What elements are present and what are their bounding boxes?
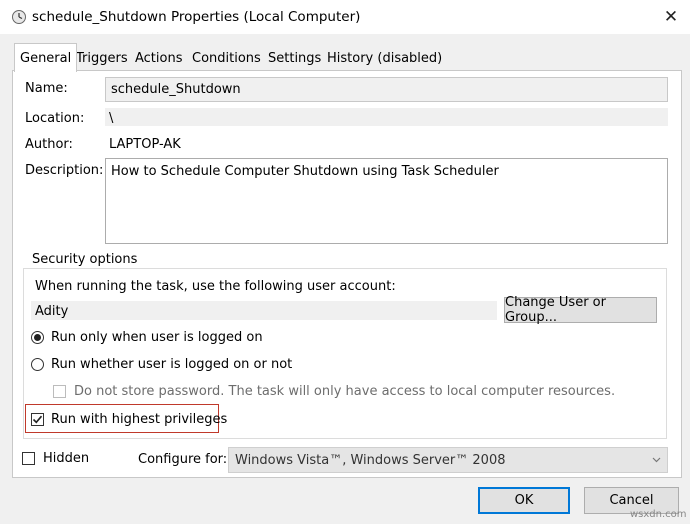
author-label: Author: [25, 137, 73, 152]
user-account-field: Adity [31, 301, 497, 320]
tab-general[interactable]: General [14, 43, 78, 72]
run-highest-privileges-checkbox[interactable]: Run with highest privileges [31, 412, 227, 427]
name-field[interactable]: schedule_Shutdown [105, 77, 668, 102]
description-label: Description: [25, 163, 104, 178]
checkbox-empty-icon [22, 452, 35, 465]
hidden-checkbox[interactable]: Hidden [22, 451, 89, 466]
checkbox-disabled-icon [53, 385, 66, 398]
account-prompt: When running the task, use the following… [35, 279, 396, 294]
tab-conditions[interactable]: Conditions [187, 46, 266, 70]
author-value: LAPTOP-AK [109, 137, 181, 152]
location-label: Location: [25, 111, 85, 126]
tab-settings[interactable]: Settings [263, 46, 326, 70]
radio-empty-icon [31, 358, 44, 371]
ok-button[interactable]: OK [478, 487, 570, 514]
configure-for-label: Configure for: [138, 452, 228, 467]
radio-selected-icon [31, 331, 44, 344]
tab-history[interactable]: History (disabled) [322, 46, 447, 70]
change-user-button[interactable]: Change User or Group... [504, 295, 657, 325]
radio-run-whether-logged-on[interactable]: Run whether user is logged on or not [31, 357, 292, 372]
name-label: Name: [25, 81, 68, 96]
chevron-down-icon [652, 457, 661, 463]
description-field[interactable]: How to Schedule Computer Shutdown using … [105, 158, 668, 244]
checkmark-icon [31, 413, 44, 426]
close-button[interactable]: ✕ [652, 0, 690, 34]
location-field: \ [105, 108, 668, 126]
configure-for-select[interactable]: Windows Vista™, Windows Server™ 2008 [228, 447, 668, 473]
do-not-store-password-checkbox[interactable]: Do not store password. The task will onl… [53, 384, 615, 399]
task-clock-icon [11, 9, 27, 25]
security-options-title: Security options [29, 252, 141, 267]
close-icon: ✕ [663, 7, 679, 27]
tab-triggers[interactable]: Triggers [71, 46, 133, 70]
radio-run-logged-on[interactable]: Run only when user is logged on [31, 330, 263, 345]
watermark-text: wsxdn.com [630, 509, 687, 520]
window-title: schedule_Shutdown Properties (Local Comp… [32, 9, 361, 25]
tab-actions[interactable]: Actions [130, 46, 188, 70]
